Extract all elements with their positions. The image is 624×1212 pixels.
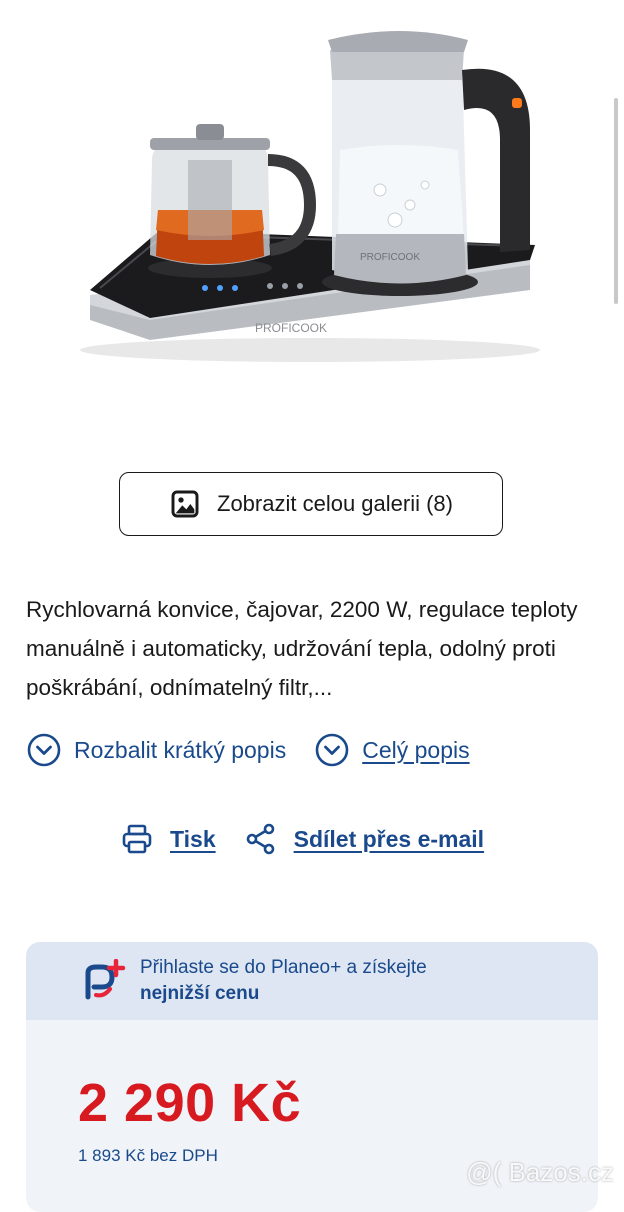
show-gallery-label: Zobrazit celou galerii (8) [217, 491, 453, 516]
svg-text:PROFICOOK: PROFICOOK [360, 252, 420, 263]
share-icon [246, 823, 274, 855]
share-email-label: Sdílet přes e-mail [293, 825, 485, 852]
expand-short-description-label: Rozbalit krátký popis [74, 736, 287, 763]
product-image[interactable]: PROFICOOK PROFICOOK [60, 20, 560, 380]
price-without-vat: 1 893 Kč bez DPH [78, 1146, 218, 1165]
svg-text:PROFICOOK: PROFICOOK [255, 321, 327, 335]
planeo-line2: nejnižší cenu [140, 983, 260, 1004]
share-email-link[interactable]: Sdílet přes e-mail [244, 822, 484, 856]
chevron-down-circle-icon [27, 733, 61, 767]
planeo-plus-logo [85, 959, 126, 1000]
short-description: Rychlovarná konvice, čajovar, 2200 W, re… [26, 597, 578, 700]
actions-row: Tisk Sdílet přes e-mail [120, 822, 484, 856]
gallery-image-icon [171, 490, 199, 518]
chevron-down-circle-icon [315, 733, 349, 767]
printer-icon [122, 824, 152, 854]
price: 2 290 Kč [78, 1073, 302, 1133]
watermark: @( Bazos.cz [466, 1157, 614, 1187]
full-description-label: Celý popis [362, 736, 470, 763]
expand-short-description-link[interactable]: Rozbalit krátký popis [26, 732, 286, 768]
show-gallery-button[interactable]: Zobrazit celou galerii (8) [119, 472, 503, 536]
planeo-banner[interactable]: Přihlaste se do Planeo+ a získejte nejni… [26, 942, 598, 1020]
print-label: Tisk [170, 825, 216, 852]
full-description-link[interactable]: Celý popis [314, 732, 470, 768]
print-link[interactable]: Tisk [120, 822, 216, 856]
planeo-line1: Přihlaste se do Planeo+ a získejte [140, 957, 427, 978]
scrollbar[interactable] [614, 98, 618, 304]
description-links: Rozbalit krátký popis Celý popis [26, 732, 470, 768]
